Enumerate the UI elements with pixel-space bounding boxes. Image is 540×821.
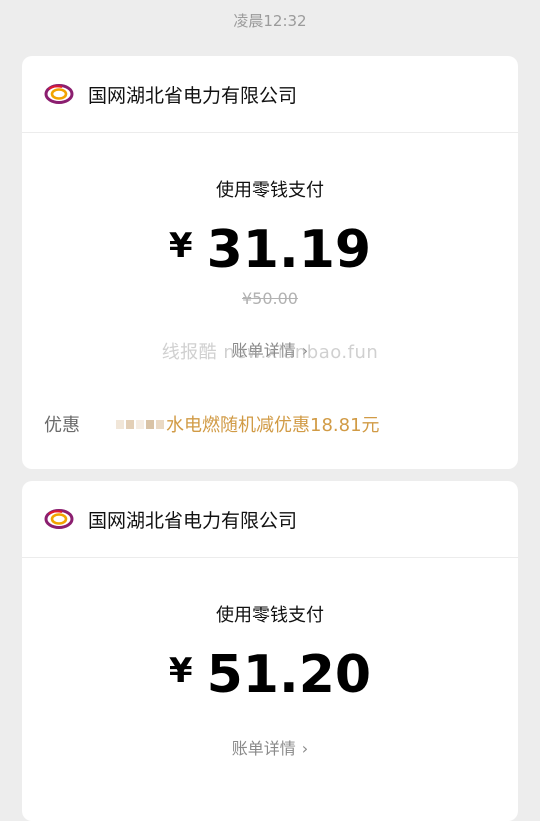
card-header: 国网湖北省电力有限公司 [22, 56, 518, 133]
merchant-name: 国网湖北省电力有限公司 [88, 509, 298, 532]
state-grid-logo-icon [44, 84, 74, 104]
discount-row: 优惠 水电燃随机减优惠18.81元 [44, 411, 496, 437]
currency-symbol: ¥ [168, 226, 193, 266]
bill-details-label: 账单详情 [231, 739, 296, 758]
bill-details-link[interactable]: 账单详情 › [22, 735, 518, 759]
amount: ¥51.20 [22, 645, 518, 705]
currency-symbol: ¥ [168, 651, 193, 691]
amount-value: 51.20 [206, 645, 372, 705]
transaction-card[interactable]: 国网湖北省电力有限公司 使用零钱支付 ¥51.20 账单详情 › [22, 481, 518, 821]
payment-method: 使用零钱支付 [216, 180, 324, 201]
card-header: 国网湖北省电力有限公司 [22, 481, 518, 558]
amount: ¥31.19 [22, 220, 518, 280]
transaction-card[interactable]: 国网湖北省电力有限公司 使用零钱支付 ¥31.19 ¥50.00 账单详情 › 优… [22, 56, 518, 469]
status-time: 凌晨12:32 [233, 12, 307, 30]
amount-value: 31.19 [206, 220, 372, 280]
discount-label: 优惠 [44, 415, 80, 436]
payment-method: 使用零钱支付 [216, 605, 324, 626]
watermark: 线报酷 new.xianbao.fun [161, 342, 379, 363]
state-grid-logo-icon [44, 509, 74, 529]
original-amount: ¥50.00 [242, 289, 298, 308]
blurred-mosaic [116, 419, 164, 429]
discount-text: 水电燃随机减优惠18.81元 [166, 415, 380, 436]
merchant-name: 国网湖北省电力有限公司 [88, 84, 298, 107]
chevron-right-icon: › [301, 739, 309, 758]
